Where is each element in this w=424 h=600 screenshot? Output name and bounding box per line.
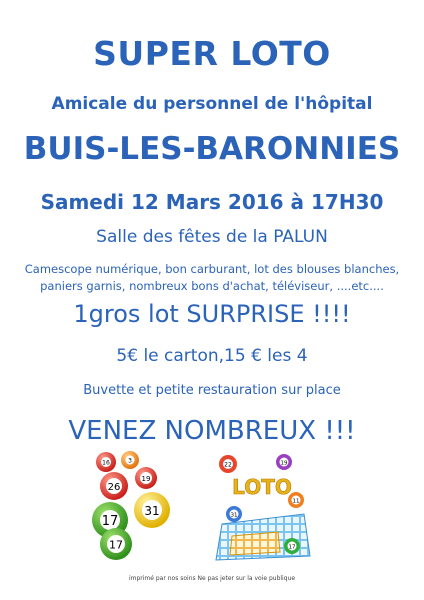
loto-card-grid-inner [229, 531, 281, 556]
card-price: 5€ le carton,15 € les 4 [116, 346, 308, 366]
ball-16: 16 [96, 452, 116, 472]
ball-26: 26 [100, 472, 128, 500]
ball-19: 19 [135, 467, 157, 489]
poster-title: SUPER LOTO [93, 34, 331, 73]
bingo-balls-illustration: 16 3 26 19 17 31 17 [92, 451, 170, 560]
ball-17-bottom: 17 [100, 528, 132, 560]
prizes-line-1: Camescope numérique, bon carburant, lot … [24, 262, 400, 276]
svg-text:19: 19 [281, 461, 288, 467]
poster: SUPER LOTO Amicale du personnel de l'hôp… [0, 0, 424, 600]
ball-19-right: 19 [276, 454, 292, 470]
svg-text:3: 3 [128, 458, 132, 465]
prizes-line-2: paniers garnis, nombreux bons d'achat, t… [40, 279, 384, 293]
ball-31: 31 [134, 492, 170, 528]
ball-31-right: 31 [226, 506, 242, 522]
loto-card-illustration: 22 19 LOTO 11 31 17 [215, 454, 311, 561]
call-to-action: VENEZ NOMBREUX !!! [68, 416, 356, 446]
loto-logo-text: LOTO [232, 475, 292, 499]
printing-notice: imprimé par nos soins Ne pas jeter sur l… [128, 575, 296, 582]
svg-text:19: 19 [142, 475, 151, 483]
svg-text:26: 26 [108, 482, 121, 493]
event-date: Samedi 12 Mars 2016 à 17H30 [40, 190, 384, 214]
svg-text:22: 22 [224, 462, 232, 469]
ball-22: 22 [219, 455, 237, 473]
svg-text:16: 16 [102, 460, 110, 467]
event-venue: Salle des fêtes de la PALUN [96, 227, 328, 247]
svg-text:11: 11 [293, 499, 300, 505]
ball-17-right: 17 [284, 538, 300, 554]
ball-11: 11 [288, 492, 304, 508]
ball-3: 3 [121, 451, 139, 469]
svg-text:31: 31 [231, 513, 238, 519]
svg-text:17: 17 [102, 514, 119, 529]
organizer-line: Amicale du personnel de l'hôpital [51, 94, 373, 114]
town-name: BUIS-LES-BARONNIES [23, 131, 401, 167]
svg-text:31: 31 [144, 504, 159, 518]
surprise-prize: 1gros lot SURPRISE !!!! [73, 300, 351, 328]
svg-text:17: 17 [289, 545, 296, 551]
svg-text:17: 17 [109, 539, 123, 552]
refreshments-note: Buvette et petite restauration sur place [83, 383, 341, 398]
